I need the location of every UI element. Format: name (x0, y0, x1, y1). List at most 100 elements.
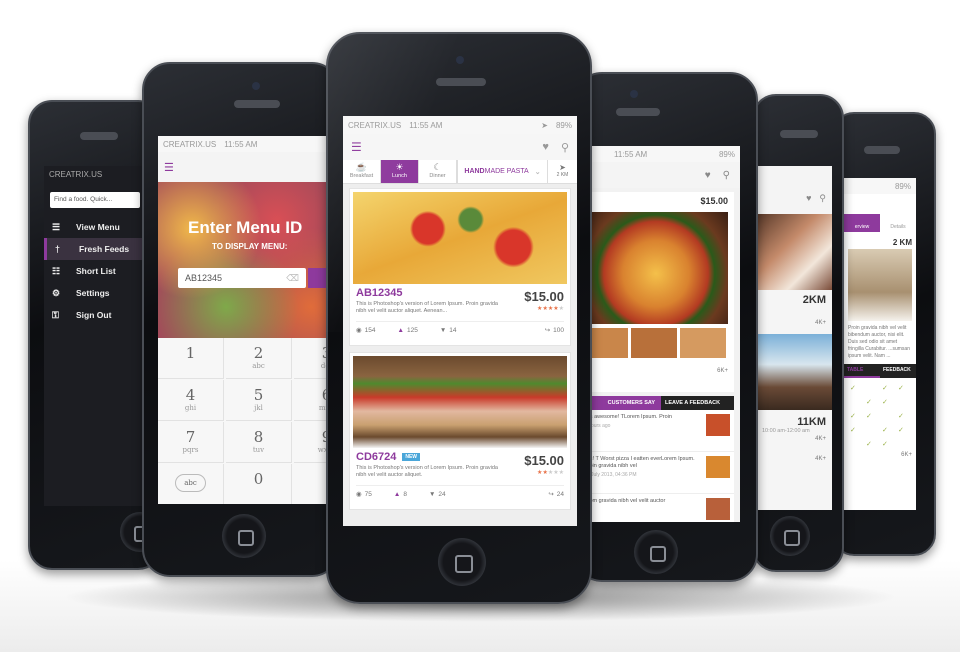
share-count[interactable]: 6K+ (844, 452, 916, 458)
camera (630, 90, 638, 98)
sidebar-item-short-list[interactable]: ☷ Short List (44, 260, 156, 282)
hamburger-icon[interactable]: ☰ (164, 162, 174, 174)
clear-icon[interactable]: ⌫ (286, 273, 299, 283)
new-badge: NEW (402, 453, 421, 461)
detail-description: Proin gravida nibh vel velit bibendum au… (848, 325, 910, 359)
search-icon[interactable]: ⚲ (723, 170, 730, 181)
pizza-screen: 11:55 AM 89% ♥ ⚲ $15.00 6K+ CUSTOMERS SA… (584, 146, 740, 522)
keypad-key[interactable]: abc (158, 464, 224, 504)
tab-feedback[interactable]: FEEDBACK (880, 364, 916, 378)
keypad-key[interactable]: 8 tuv (226, 422, 292, 463)
thumbs-down-icon: ▼ (439, 326, 447, 334)
tab-lunch[interactable]: ☀ Lunch (381, 160, 419, 183)
home-button[interactable] (634, 530, 678, 574)
phone-menu-id: CREATRIX.US 11:55 AM ☰ Enter Menu ID TO … (142, 62, 340, 577)
speaker (80, 132, 118, 140)
keypad-digit: 6 (321, 386, 328, 404)
heart-icon[interactable]: ♥ (705, 170, 711, 181)
tab-label: Breakfast (349, 173, 374, 179)
tab-breakfast[interactable]: ☕ Breakfast (343, 160, 381, 183)
check-icon: ✓ (850, 413, 856, 420)
enter-menu-subtitle: TO DISPLAY MENU: (212, 242, 288, 251)
share-count: 100 (553, 326, 564, 334)
keypad-key[interactable] (294, 464, 328, 504)
dislikes-stat[interactable]: ▼ 24 (429, 490, 446, 498)
keypad-key[interactable]: 1 (158, 338, 224, 379)
share-icon: ↪ (548, 491, 554, 498)
heart-icon[interactable]: ♥ (542, 141, 549, 153)
views-stat: ◉ 154 (356, 326, 376, 335)
food-card[interactable]: AB12345 This is Photoshop's version of Lo… (349, 188, 571, 346)
likes-stat[interactable]: ▲ 8 (394, 490, 407, 498)
search-icon[interactable]: ⚲ (561, 141, 569, 154)
thumbs-down-icon: ▼ (428, 490, 436, 498)
price-label: $15.00 (524, 289, 564, 304)
sidebar-item-fresh-feeds[interactable]: † Fresh Feeds (44, 238, 156, 260)
keypad-letters: wxyz (317, 446, 328, 454)
sidebar-item-settings[interactable]: ⚙ Settings (44, 282, 156, 304)
sidebar-item-view-menu[interactable]: ☰ View Menu (44, 216, 156, 238)
keypad-digit: 3 (321, 344, 328, 362)
share-count[interactable]: 4K+ (758, 434, 832, 442)
search-input[interactable]: Find a food. Quick... (50, 192, 141, 208)
menu-id-value: AB12345 (185, 273, 223, 283)
heart-icon[interactable]: ♥ (806, 193, 811, 203)
keypad-key[interactable]: 3def (294, 338, 328, 379)
tab-overview[interactable]: erview (844, 214, 880, 232)
sidebar-item-label: Short List (76, 266, 116, 276)
views-count: 154 (364, 326, 376, 334)
navigation-icon: ➤ (559, 163, 566, 172)
keypad-key[interactable]: 2 abc (226, 338, 292, 379)
share-count[interactable]: 6K+ (717, 368, 728, 374)
tab-table[interactable]: TABLE (844, 364, 880, 378)
pizza-thumbnail[interactable] (631, 328, 677, 358)
tab-leave-feedback[interactable]: LEAVE A FEEDBACK (661, 396, 734, 410)
availability-table: ✓ ✓ ✓ ✓ ✓ ✓ ✓ ✓ ✓ ✓ ✓ ✓ ✓ (844, 378, 916, 452)
menu-id-input[interactable]: AB12345 ⌫ (178, 268, 306, 288)
hamburger-icon[interactable]: ☰ (351, 140, 362, 154)
share-stat[interactable]: ↪ 24 (548, 490, 564, 499)
dislikes-stat[interactable]: ▼ 14 (440, 326, 457, 334)
home-button[interactable] (770, 516, 810, 556)
food-card[interactable]: CD6724 NEW This is Photoshop's version of … (349, 352, 571, 510)
keypad-key[interactable]: 0 (226, 464, 292, 504)
keypad-key[interactable]: 5 jkl (226, 380, 292, 421)
review-item: Prom gravida nibh vel velit auctor (584, 494, 734, 522)
home-button[interactable] (438, 538, 486, 586)
pizza-photo (584, 212, 728, 324)
phone-main: CREATRIX.US 11:55 AM ➤ 89% ☰ ♥ ⚲ ☕ Breakf… (326, 32, 592, 604)
tab-details[interactable]: Details (880, 214, 916, 232)
tab-dinner[interactable]: ☾ Dinner (419, 160, 457, 183)
category-selector[interactable]: HAND MADE PASTA ⌄ (457, 160, 547, 183)
pizza-thumbnail[interactable] (680, 328, 726, 358)
home-button[interactable] (222, 514, 266, 558)
search-icon[interactable]: ⚲ (819, 193, 826, 204)
keypad-key[interactable]: 4 ghi (158, 380, 224, 421)
main-screen: CREATRIX.US 11:55 AM ➤ 89% ☰ ♥ ⚲ ☕ Breakf… (343, 116, 577, 526)
keypad: 12abc3def4ghi5jkl6mno7pqrs8tuv9wxyzabc0 (158, 338, 328, 504)
tab-customers-say[interactable]: CUSTOMERS SAY (584, 396, 661, 410)
keypad-key[interactable]: 7 pqrs (158, 422, 224, 463)
likes-stat[interactable]: ▲ 125 (398, 326, 418, 334)
keypad-key[interactable]: 6mno (294, 380, 328, 421)
keypad-key[interactable]: 9wxyz (294, 422, 328, 463)
carrier-label: CREATRIX.US (163, 139, 217, 149)
share-stat[interactable]: ↪ 100 (545, 326, 564, 335)
keypad-letters: abc (252, 362, 265, 370)
phone-restaurants: ♥ ⚲ 2KM 4K+ 11KM 10:00 am-12:00 am 4K+ 4… (752, 94, 844, 572)
chevron-down-icon: ⌄ (534, 168, 541, 176)
check-icon: ✓ (898, 385, 904, 392)
review-item: xas awesome! TLorem Ipsum. Proin 2 hours … (584, 410, 734, 452)
keypad-digit: 7 (185, 428, 196, 446)
distance-filter[interactable]: ➤ 2 KM (547, 160, 577, 183)
share-count[interactable]: 4K+ (758, 306, 832, 326)
check-icon: ✓ (866, 399, 872, 406)
sidebar-item-sign-out[interactable]: ⚿ Sign Out (44, 304, 156, 326)
category-rest: MADE PASTA (484, 168, 529, 175)
share-count-extra[interactable]: 4K+ (758, 442, 832, 462)
rating-stars: ★★★★★ (537, 306, 564, 312)
keypad-digit: 2 (253, 344, 264, 362)
carrier-label: CREATRIX.US (348, 120, 402, 130)
go-button[interactable] (308, 268, 328, 288)
thumbs-up-icon: ▲ (393, 490, 401, 498)
